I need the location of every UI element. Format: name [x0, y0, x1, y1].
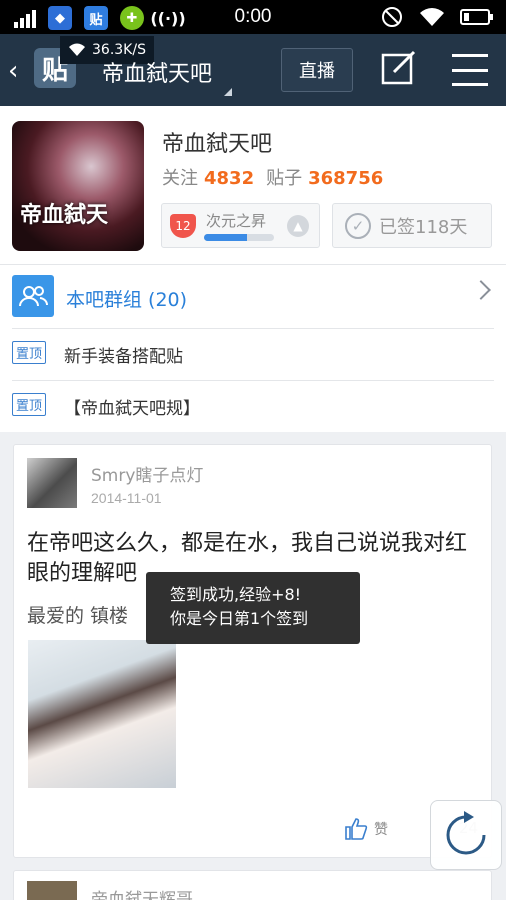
pinned-post[interactable]: 置顶 新手装备搭配贴 — [0, 328, 506, 380]
member-level-box[interactable]: 12 次元之昇 ▲ — [161, 203, 320, 248]
checkmark-icon: ✓ — [345, 212, 371, 239]
post-date: 2014-11-01 — [91, 490, 162, 506]
post-username[interactable]: Smry瞎子点灯 — [91, 461, 203, 486]
forum-name: 帝血弑天吧 — [162, 132, 273, 157]
signed-days-label: 已签118天 — [379, 216, 468, 238]
forum-info-panel: 帝血弑天 帝血弑天吧 关注 4832 贴子 368756 12 次元之昇 ▲ ✓ 已签… — [0, 106, 506, 264]
refresh-icon — [446, 811, 486, 855]
pinned-title: 【帝血弑天吧规】 — [64, 399, 200, 419]
forum-groups-row[interactable]: 本吧群组 (20) — [0, 264, 506, 328]
like-button[interactable]: 赞 — [344, 817, 388, 841]
level-progress-fill — [204, 234, 248, 241]
pinned-post[interactable]: 置顶 【帝血弑天吧规】 — [0, 380, 506, 432]
toast-line-1: 签到成功,经验+8! — [170, 585, 302, 604]
thumbs-up-icon — [345, 818, 368, 840]
level-progress-bar — [204, 234, 274, 241]
level-name: 次元之昇 — [206, 212, 267, 230]
sign-in-toast: 签到成功,经验+8! 你是今日第1个签到 — [146, 572, 360, 644]
level-badge: 12 — [170, 214, 196, 238]
battery-icon — [460, 9, 493, 25]
refresh-button[interactable] — [430, 800, 502, 870]
rocket-icon: ▲ — [287, 215, 309, 237]
post-card[interactable]: Smry瞎子点灯 2014-11-01 在帝吧这么久，都是在水，我自己说说我对红… — [13, 444, 492, 858]
signed-in-button[interactable]: ✓ 已签118天 — [332, 203, 492, 248]
post-username[interactable]: 帝血弑天辉哥 — [91, 885, 193, 900]
back-arrow-icon[interactable]: ‹ — [8, 56, 18, 86]
menu-icon[interactable] — [452, 54, 488, 86]
toast-line-2: 你是今日第1个签到 — [170, 609, 309, 628]
post-subtitle: 最爱的 镇楼 — [27, 605, 129, 627]
followers-count: 4832 — [204, 168, 255, 189]
status-right — [380, 5, 494, 29]
wifi-icon — [420, 8, 444, 26]
forum-header: ‹ 贴 36.3K/S 帝血弑天吧 直播 — [0, 34, 506, 106]
wifi-small-icon — [69, 43, 85, 56]
groups-label: 本吧群组 (20) — [66, 289, 188, 311]
pinned-title: 新手装备搭配贴 — [64, 347, 183, 367]
chevron-right-icon — [471, 280, 491, 300]
post-image[interactable] — [28, 640, 176, 788]
edit-icon[interactable] — [380, 50, 416, 86]
user-avatar[interactable] — [27, 458, 77, 508]
followers-label: 关注 — [162, 168, 198, 189]
divider — [12, 380, 494, 381]
group-icon — [12, 275, 54, 317]
pinned-tag: 置顶 — [12, 393, 47, 416]
divider — [12, 328, 494, 329]
no-disturb-icon — [382, 7, 402, 27]
forum-title[interactable]: 帝血弑天吧 — [102, 56, 212, 88]
forum-stats: 关注 4832 贴子 368756 — [162, 164, 395, 190]
forum-avatar-text: 帝血弑天 — [20, 203, 109, 228]
like-label: 赞 — [374, 822, 388, 838]
status-bar: ◆ 贴 ✚ ((·)) 0:00 — [0, 0, 506, 34]
forum-avatar[interactable]: 帝血弑天 — [12, 121, 144, 251]
posts-label: 贴子 — [266, 168, 303, 189]
user-avatar[interactable] — [27, 881, 77, 900]
posts-count: 368756 — [308, 168, 384, 189]
live-button[interactable]: 直播 — [281, 48, 353, 92]
post-card[interactable]: 帝血弑天辉哥 — [13, 870, 492, 900]
title-dropdown-icon[interactable] — [224, 88, 232, 96]
pinned-tag: 置顶 — [12, 341, 47, 364]
